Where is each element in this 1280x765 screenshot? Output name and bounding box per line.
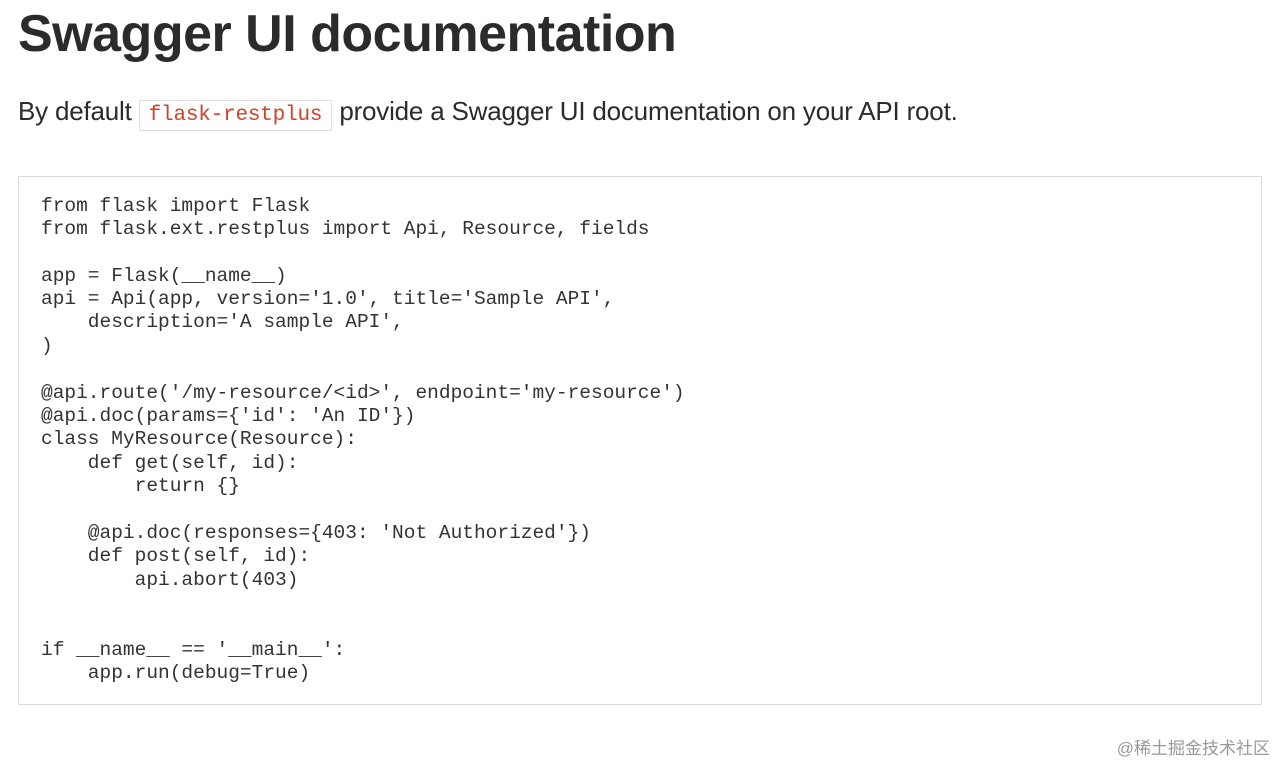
inline-code: flask-restplus (139, 100, 333, 131)
code-block: from flask import Flask from flask.ext.r… (18, 176, 1262, 705)
intro-text-before: By default (18, 96, 139, 126)
intro-paragraph: By default flask-restplus provide a Swag… (18, 92, 1262, 132)
page-title: Swagger UI documentation (18, 4, 1262, 64)
intro-text-after: provide a Swagger UI documentation on yo… (332, 96, 957, 126)
watermark: @稀土掘金技术社区 (1117, 734, 1270, 759)
